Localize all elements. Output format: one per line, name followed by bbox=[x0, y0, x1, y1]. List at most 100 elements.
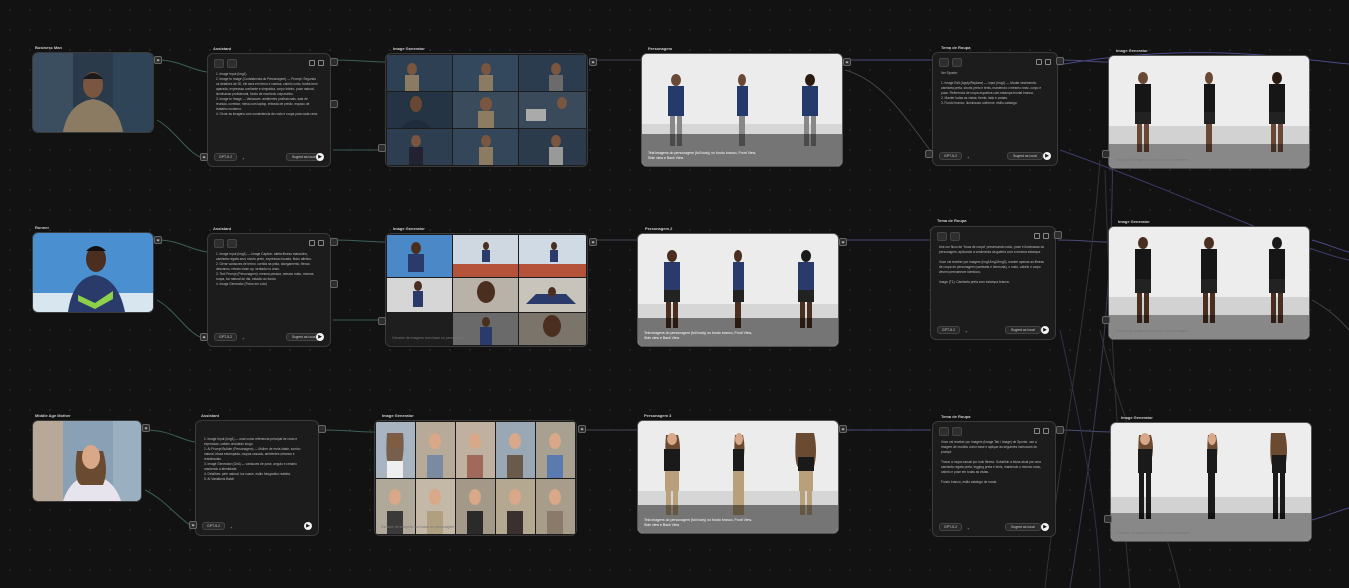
output-port[interactable]: · bbox=[330, 280, 338, 288]
attach-icon[interactable] bbox=[939, 427, 949, 436]
character-sheet-node[interactable]: Tela imagens do personagem (full body) n… bbox=[637, 420, 839, 534]
output-port[interactable]: ▣ bbox=[839, 425, 847, 433]
final-image-node[interactable]: Gerador de imagens com base no personage… bbox=[1108, 55, 1310, 169]
copy-icon[interactable] bbox=[1034, 428, 1040, 434]
final-image-node[interactable]: Gerador de imagens com base no personage… bbox=[1108, 226, 1310, 340]
model-selector[interactable]: GPT-5.2 bbox=[214, 333, 238, 341]
add-icon[interactable]: + bbox=[242, 336, 244, 341]
attach-icon[interactable] bbox=[214, 59, 224, 68]
character-sheet-node[interactable]: Tela imagens do personagem (full body) n… bbox=[641, 53, 843, 167]
final-image-node[interactable]: Gerador de imagens com base no personage… bbox=[1110, 422, 1312, 542]
input-port[interactable]: · bbox=[1104, 515, 1112, 523]
input-port[interactable]: · bbox=[378, 317, 386, 325]
model-selector[interactable]: GPT-5.2 bbox=[939, 152, 963, 160]
image-grid-node[interactable]: Gerador de imagens com base no personage… bbox=[385, 233, 588, 347]
run-button[interactable]: ▶ bbox=[316, 333, 324, 341]
assistant-response-text: 1. Image Input (Img1) — Image Caption: a… bbox=[216, 252, 314, 286]
settings-icon[interactable] bbox=[950, 232, 960, 241]
expand-icon[interactable] bbox=[318, 60, 324, 66]
output-port[interactable]: ▣ bbox=[589, 238, 597, 246]
final-node-title: Image Generator bbox=[1118, 219, 1150, 224]
image-grid-node[interactable] bbox=[385, 53, 588, 167]
output-port[interactable]: ▣ bbox=[154, 236, 162, 244]
tema-de-roupa-node[interactable]: Use um fluxo de "troca de roupa" preserv… bbox=[930, 226, 1056, 340]
final-outfit-image bbox=[1111, 423, 1311, 541]
input-port[interactable]: ▣ bbox=[200, 153, 208, 161]
image-grid-node[interactable]: Gerador de imagens com base no personage… bbox=[374, 420, 577, 536]
assistant-node-title: Assistant bbox=[201, 413, 220, 418]
tema-node-title: Tema de Roupa bbox=[941, 45, 971, 50]
model-selector[interactable]: GPT-5.2 bbox=[939, 523, 963, 531]
model-selector[interactable]: GPT-5.2 bbox=[214, 153, 238, 161]
generate-button[interactable]: Sugest as local bbox=[1007, 152, 1043, 160]
expand-icon[interactable] bbox=[1043, 428, 1049, 434]
add-icon[interactable]: + bbox=[242, 156, 244, 161]
input-port[interactable]: · bbox=[1102, 150, 1110, 158]
settings-icon[interactable] bbox=[227, 239, 237, 248]
output-port[interactable]: · bbox=[330, 100, 338, 108]
settings-icon[interactable] bbox=[952, 58, 962, 67]
tema-de-roupa-node[interactable]: Voce vai receber por imagem (Image Tab /… bbox=[932, 421, 1056, 537]
run-button[interactable]: ▶ bbox=[316, 153, 324, 161]
add-icon[interactable]: + bbox=[967, 155, 969, 160]
add-icon[interactable]: + bbox=[965, 329, 967, 334]
output-port[interactable]: · bbox=[1054, 231, 1062, 239]
assistant-node[interactable]: 1. Image Input (Img1) — usar como refere… bbox=[195, 420, 319, 536]
generate-button[interactable]: Sugest as local bbox=[1005, 326, 1041, 334]
output-port[interactable]: ▣ bbox=[843, 58, 851, 66]
character-sheet-node[interactable]: Tela imagens do personagem (full body) n… bbox=[637, 233, 839, 347]
input-port[interactable]: ▣ bbox=[200, 333, 208, 341]
copy-icon[interactable] bbox=[1034, 233, 1040, 239]
input-port[interactable]: · bbox=[925, 150, 933, 158]
source-image-runner[interactable] bbox=[32, 232, 154, 313]
output-port[interactable]: ▣ bbox=[589, 58, 597, 66]
model-selector[interactable]: GPT-5.2 bbox=[937, 326, 961, 334]
source-image-business-man[interactable] bbox=[32, 52, 154, 133]
generate-button[interactable]: Sugest as local bbox=[1005, 523, 1041, 531]
assistant-node-title: Assistant bbox=[213, 46, 232, 51]
run-button[interactable]: ▶ bbox=[1041, 523, 1049, 531]
output-port[interactable]: · bbox=[1056, 426, 1064, 434]
generated-images-grid bbox=[387, 235, 586, 345]
attach-icon[interactable] bbox=[214, 239, 224, 248]
copy-icon[interactable] bbox=[309, 240, 315, 246]
character-node-title: Personagem 3 bbox=[644, 413, 672, 418]
copy-icon[interactable] bbox=[309, 60, 315, 66]
tema-response-text: Ver Sponte: 1. Image Edit (Apply/Replace… bbox=[941, 71, 1042, 105]
output-port[interactable]: ▣ bbox=[578, 425, 586, 433]
add-icon[interactable]: + bbox=[967, 526, 969, 531]
input-port[interactable]: · bbox=[378, 144, 386, 152]
character-caption: Tela imagens do personagem (full body) n… bbox=[644, 331, 752, 340]
output-port[interactable]: ▣ bbox=[142, 424, 150, 432]
final-node-title: Image Generator bbox=[1116, 48, 1148, 53]
output-port[interactable]: · bbox=[330, 58, 338, 66]
attach-icon[interactable] bbox=[937, 232, 947, 241]
run-button[interactable]: ▶ bbox=[304, 522, 312, 530]
attach-icon[interactable] bbox=[939, 58, 949, 67]
copy-icon[interactable] bbox=[1036, 59, 1042, 65]
add-icon[interactable]: + bbox=[230, 525, 232, 530]
settings-icon[interactable] bbox=[952, 427, 962, 436]
output-port[interactable]: · bbox=[1056, 57, 1064, 65]
assistant-node[interactable]: 1. Image Input (Img1) — Image Caption: a… bbox=[207, 233, 331, 347]
assistant-node[interactable]: 1. Image Input (Img1) 2. Image to Image … bbox=[207, 53, 331, 167]
character-turnaround-image bbox=[642, 54, 842, 166]
input-port[interactable]: ▣ bbox=[189, 521, 197, 529]
input-port[interactable]: · bbox=[1102, 316, 1110, 324]
tema-node-title: Tema de Roupa bbox=[937, 218, 967, 223]
settings-icon[interactable] bbox=[227, 59, 237, 68]
output-port[interactable]: · bbox=[330, 238, 338, 246]
run-button[interactable]: ▶ bbox=[1043, 152, 1051, 160]
source-node-title: Business Man bbox=[35, 45, 62, 50]
model-selector[interactable]: GPT-5.2 bbox=[202, 522, 226, 530]
output-port[interactable]: ▣ bbox=[154, 56, 162, 64]
output-port[interactable]: · bbox=[318, 425, 326, 433]
expand-icon[interactable] bbox=[1043, 233, 1049, 239]
character-turnaround-image bbox=[638, 234, 838, 346]
expand-icon[interactable] bbox=[318, 240, 324, 246]
output-port[interactable]: ▣ bbox=[839, 238, 847, 246]
run-button[interactable]: ▶ bbox=[1041, 326, 1049, 334]
tema-de-roupa-node[interactable]: Ver Sponte: 1. Image Edit (Apply/Replace… bbox=[932, 52, 1058, 166]
expand-icon[interactable] bbox=[1045, 59, 1051, 65]
source-image-mother[interactable] bbox=[32, 420, 142, 502]
